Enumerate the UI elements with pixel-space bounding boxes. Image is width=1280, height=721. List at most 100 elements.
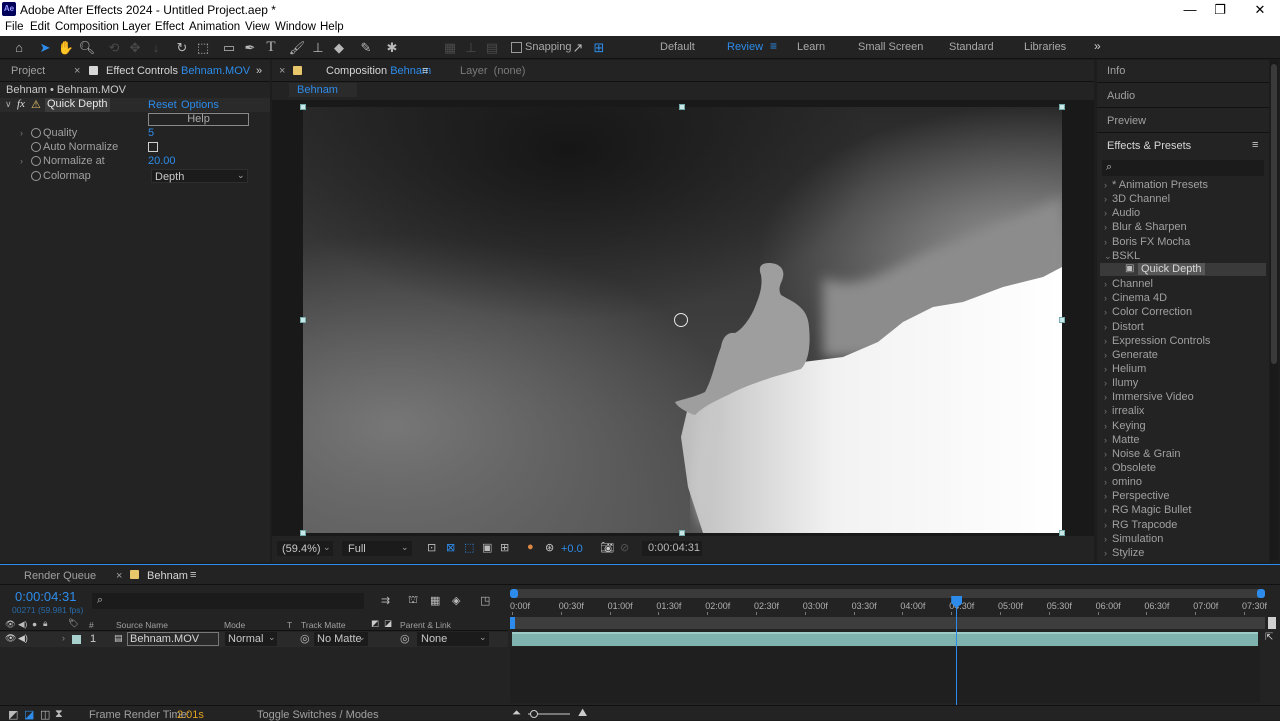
scrollbar-thumb[interactable]	[1271, 64, 1277, 364]
effects-category-item[interactable]: › Helium	[1104, 363, 1146, 375]
workspace-review[interactable]: Review	[727, 41, 763, 53]
workspace-learn[interactable]: Learn	[797, 41, 825, 53]
maximize-icon[interactable]: ❐	[1202, 0, 1238, 20]
playhead[interactable]	[951, 596, 963, 705]
home-icon[interactable]: ⌂	[10, 39, 28, 56]
tab-close-icon[interactable]: ×	[116, 570, 122, 582]
chevron-right-icon[interactable]: ›	[1104, 350, 1112, 360]
graph-editor-icon[interactable]: ◳	[480, 594, 490, 607]
grid-guides-icon[interactable]: ⊞	[500, 541, 509, 554]
effects-category-item[interactable]: › omino	[1104, 476, 1142, 488]
chevron-right-icon[interactable]: ›	[1104, 307, 1112, 317]
time-navigator[interactable]	[510, 589, 1265, 598]
workspace-overflow-icon[interactable]: »	[1094, 39, 1101, 53]
chevron-right-icon[interactable]: ›	[1104, 534, 1112, 544]
zoom-out-icon[interactable]: ⏶	[512, 707, 521, 720]
stopwatch-icon[interactable]	[31, 171, 41, 181]
effects-category-item[interactable]: › Audio	[1104, 207, 1140, 219]
comp-chip[interactable]: Behnam	[289, 83, 357, 97]
expand-arrow-icon[interactable]: ›	[20, 128, 23, 138]
chevron-right-icon[interactable]: ›	[1104, 293, 1112, 303]
effects-category-item[interactable]: › Generate	[1104, 349, 1158, 361]
fx-toggle[interactable]: fx	[17, 98, 25, 110]
effects-category-item[interactable]: › Blur & Sharpen	[1104, 221, 1187, 233]
layer-switches-toggle-icon[interactable]: ◩	[8, 708, 18, 721]
colormap-dropdown[interactable]: Depth ⌄	[151, 169, 248, 183]
transform-handle[interactable]	[1059, 104, 1065, 110]
fast-previews-icon[interactable]: ⊡	[427, 541, 436, 554]
video-visible-icon[interactable]: 👁︎	[5, 633, 16, 644]
zoom-dropdown[interactable]: (59.4%) ⌄	[277, 541, 333, 556]
pen-tool-icon[interactable]: ✒	[241, 39, 259, 56]
chevron-right-icon[interactable]: ›	[1104, 237, 1112, 247]
chevron-right-icon[interactable]: ›	[1104, 222, 1112, 232]
effects-category-item[interactable]: › Cinema 4D	[1104, 292, 1167, 304]
anchor-point-icon[interactable]	[674, 313, 688, 327]
world-axis-icon[interactable]: ⊥	[462, 39, 480, 56]
chevron-right-icon[interactable]: ›	[1104, 548, 1112, 558]
parent-pickwhip-icon[interactable]: ◎	[400, 632, 410, 645]
switches-icon[interactable]: ◩	[371, 618, 379, 629]
exposure-value[interactable]: +0.0	[561, 543, 583, 555]
audio-toggle-icon[interactable]: ◀)	[18, 619, 27, 630]
chevron-right-icon[interactable]: ›	[1104, 505, 1112, 515]
transform-handle[interactable]	[679, 104, 685, 110]
chevron-right-icon[interactable]: ›	[1104, 392, 1112, 402]
zoom-slider[interactable]	[528, 710, 570, 718]
menu-file[interactable]: File	[5, 21, 24, 33]
zoom-tool-icon[interactable]: 🔍︎	[78, 39, 96, 56]
effects-category-item[interactable]: › Distort	[1104, 321, 1144, 333]
effects-category-item[interactable]: › Boris FX Mocha	[1104, 236, 1190, 248]
effect-name[interactable]: Quick Depth	[45, 98, 110, 112]
parent-dropdown[interactable]: None ⌄	[417, 632, 489, 646]
layer-row[interactable]: 👁︎ ◀) › 1 ▤ Behnam.MOV Normal ⌄ ◎ No Mat…	[0, 632, 508, 647]
dolly-camera-icon[interactable]: ↓	[147, 39, 165, 56]
video-toggle-icon[interactable]: 👁︎	[5, 619, 16, 630]
scrollbar[interactable]	[1270, 60, 1278, 560]
effects-presets-tab[interactable]: Effects & Presets	[1107, 140, 1191, 152]
effects-category-item[interactable]: › Color Correction	[1104, 306, 1192, 318]
menu-effect[interactable]: Effect	[155, 21, 184, 33]
effect-item-selected[interactable]: ▣ Quick Depth	[1100, 263, 1266, 277]
effects-category-item[interactable]: › Perspective	[1104, 490, 1169, 502]
zoom-slider-knob[interactable]	[530, 710, 538, 718]
timeline-current-time[interactable]: 0:00:04:31	[15, 589, 76, 604]
chevron-right-icon[interactable]: ›	[1104, 279, 1112, 289]
chevron-down-icon[interactable]: ⌄	[1104, 251, 1112, 262]
effects-category-item[interactable]: › Immersive Video	[1104, 391, 1194, 403]
effects-category-item[interactable]: › 3D Channel	[1104, 193, 1170, 205]
resolution-dropdown[interactable]: Full ⌄	[342, 541, 412, 556]
solo-icon[interactable]: ●	[32, 619, 37, 629]
audio-on-icon[interactable]: ◀)	[18, 633, 28, 644]
render-time-toggle-icon[interactable]: ⧗	[55, 708, 63, 721]
transform-handle[interactable]	[1059, 317, 1065, 323]
depth-map-render[interactable]	[303, 107, 1062, 533]
workspace-default[interactable]: Default	[660, 41, 695, 53]
stopwatch-icon[interactable]	[31, 128, 41, 138]
in-out-toggle-icon[interactable]: ◫	[40, 708, 50, 721]
panel-menu-icon[interactable]: ≡	[1252, 139, 1258, 151]
effects-category-item[interactable]: › RG Magic Bullet	[1104, 504, 1191, 516]
expand-arrow-icon[interactable]: ›	[62, 633, 65, 643]
navigator-end-handle[interactable]	[1257, 589, 1265, 598]
layer-label-color[interactable]	[72, 635, 81, 644]
lock-icon[interactable]: 🔒︎	[43, 618, 48, 629]
track-matte-dropdown[interactable]: No Matte ⌄	[314, 632, 368, 646]
transparency-grid-icon[interactable]: ⊠	[446, 541, 455, 554]
timeline-track-area[interactable]	[510, 647, 1260, 703]
tab-close-icon[interactable]: ×	[74, 65, 80, 77]
snapshot-icon[interactable]: 📷︎	[600, 541, 614, 554]
zoom-in-icon[interactable]: ⛰	[578, 707, 587, 720]
chevron-right-icon[interactable]: ›	[1104, 463, 1112, 473]
show-snapshot-icon[interactable]: ⊘	[620, 541, 629, 554]
workspace-menu-icon[interactable]: ≡	[770, 39, 777, 53]
pan-camera-icon[interactable]: ✥	[126, 39, 144, 56]
layer-clip-bar[interactable]	[512, 632, 1258, 646]
snapping-checkbox[interactable]	[511, 42, 522, 53]
preview-panel-tab[interactable]: Preview	[1107, 115, 1146, 127]
chevron-right-icon[interactable]: ›	[1104, 194, 1112, 204]
menu-edit[interactable]: Edit	[30, 21, 50, 33]
transform-handle[interactable]	[1059, 530, 1065, 536]
col-source-name[interactable]: Source Name	[116, 620, 168, 630]
close-icon[interactable]: ✕	[1242, 0, 1278, 20]
